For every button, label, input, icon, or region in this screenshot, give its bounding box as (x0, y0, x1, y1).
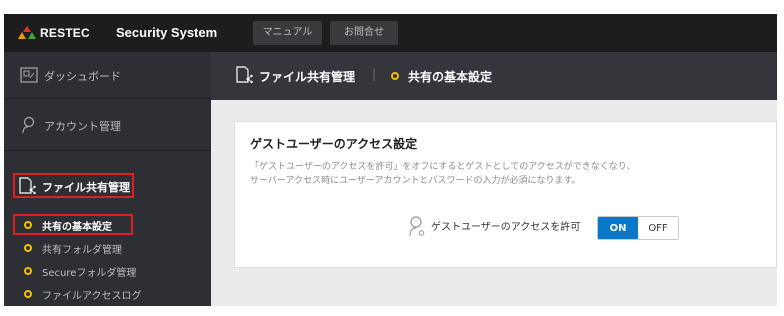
guest-user-icon (409, 216, 425, 237)
breadcrumb-separator: | (372, 67, 377, 81)
sidebar-subitem-secure-folders[interactable]: Secureフォルダ管理 (24, 263, 136, 279)
app-title: Security System (116, 25, 218, 40)
sidebar-subitem-label: Secureフォルダ管理 (42, 267, 137, 279)
app-window: RESTEC Security System マニュアル お問合せ ダッシュボー… (4, 14, 777, 306)
breadcrumb-section[interactable]: ファイル共有管理 (259, 68, 355, 85)
sidebar-item-label: アカウント管理 (44, 120, 121, 133)
sidebar-subitem-access-log[interactable]: ファイルアクセスログ (24, 286, 142, 302)
brand-logo[interactable]: RESTEC (18, 24, 90, 42)
sidebar-subitem-label: 共有フォルダ管理 (42, 244, 122, 256)
guest-access-card: ゲストユーザーのアクセス設定 「ゲストユーザーのアクセスを許可」をオフにするとゲ… (234, 121, 777, 268)
sidebar-item-accounts[interactable]: アカウント管理 (4, 99, 211, 151)
card-description-line: サーバーアクセス時にユーザーアカウントとパスワードの入力が必須になります。 (250, 176, 581, 186)
sidebar-subitem-label: ファイルアクセスログ (42, 290, 142, 302)
logo-icon (18, 26, 36, 39)
bullet-icon (24, 290, 32, 298)
guest-access-toggle[interactable]: ON OFF (597, 216, 679, 240)
page-header: ファイル共有管理 | 共有の基本設定 (211, 52, 777, 100)
sidebar-item-label: ダッシュボード (44, 70, 121, 83)
contact-button[interactable]: お問合せ (330, 21, 398, 45)
bullet-icon (24, 244, 32, 252)
logo-text: RESTEC (40, 26, 90, 40)
dashboard-icon (20, 67, 38, 83)
account-icon (22, 116, 35, 134)
bullet-icon (391, 72, 399, 80)
page-title: 共有の基本設定 (408, 70, 493, 84)
file-share-icon (236, 66, 253, 84)
sidebar-subitem-shared-folders[interactable]: 共有フォルダ管理 (24, 240, 122, 256)
manual-button[interactable]: マニュアル (253, 21, 322, 45)
bullet-icon (24, 267, 32, 275)
guest-access-label: ゲストユーザーのアクセスを許可 (431, 222, 581, 233)
sidebar-subitem-label: 共有の基本設定 (42, 221, 112, 233)
file-share-icon (19, 177, 36, 195)
top-bar: RESTEC Security System マニュアル お問合せ (4, 14, 777, 52)
sidebar-item-dashboard[interactable]: ダッシュボード (4, 52, 211, 99)
bullet-icon (24, 221, 32, 229)
toggle-off-button[interactable]: OFF (638, 217, 678, 239)
toggle-on-button[interactable]: ON (598, 217, 638, 239)
sidebar-subitem-basic-settings[interactable]: 共有の基本設定 (24, 217, 112, 233)
sidebar-item-file-share[interactable]: ファイル共有管理 (42, 179, 130, 195)
sidebar: ダッシュボード アカウント管理 ファイル共有管理 共有の基本設定 共有フォルダ管… (4, 52, 211, 306)
card-description-line: 「ゲストユーザーのアクセスを許可」をオフにするとゲストとしてのアクセスができなく… (250, 162, 636, 172)
card-title: ゲストユーザーのアクセス設定 (250, 137, 418, 151)
